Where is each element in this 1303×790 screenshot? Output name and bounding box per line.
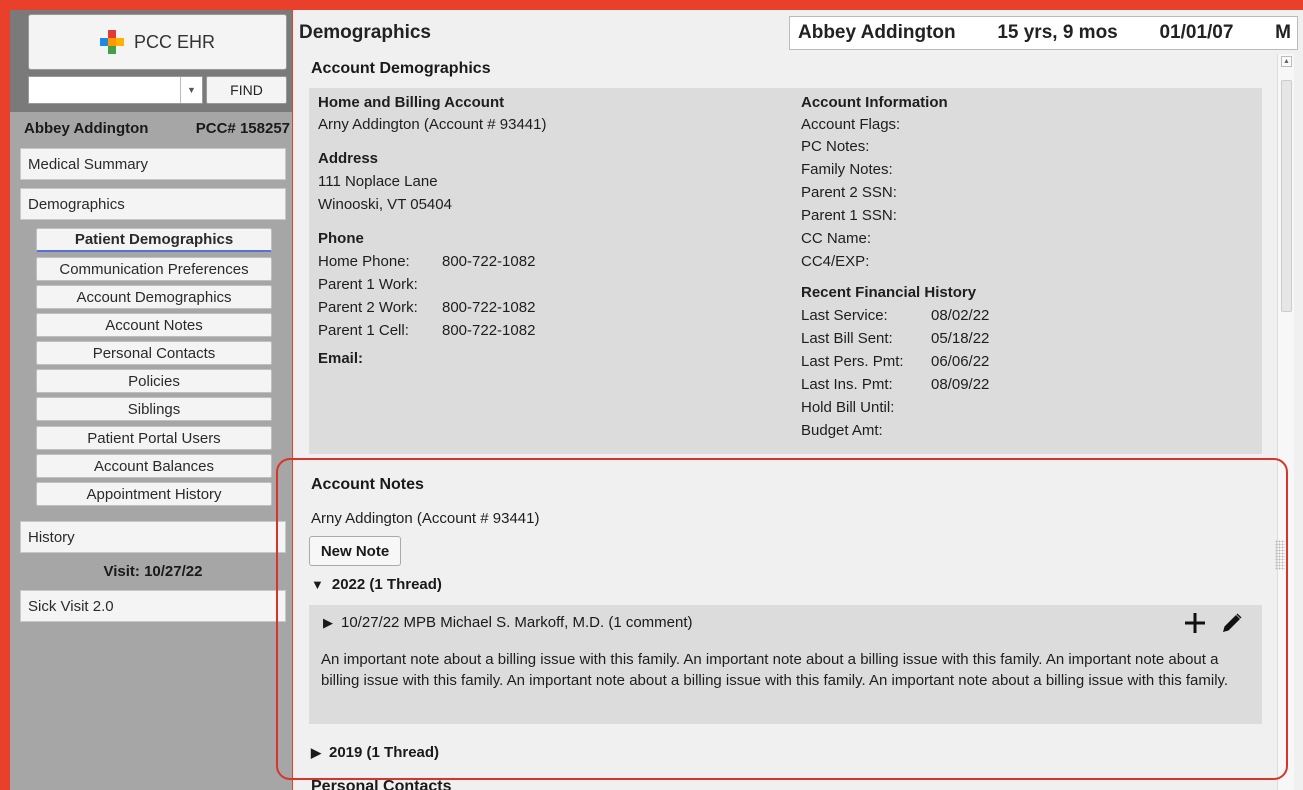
scroll-up-icon[interactable]: ▲ bbox=[1281, 56, 1292, 67]
account-demographics-panel: Home and Billing Account Arny Addington … bbox=[309, 88, 1262, 454]
subitem-patient-demographics[interactable]: Patient Demographics bbox=[36, 228, 272, 252]
new-note-button[interactable]: New Note bbox=[309, 536, 401, 566]
note-header-toggle[interactable]: ▶ 10/27/22 MPB Michael S. Markoff, M.D. … bbox=[323, 614, 693, 631]
subitem-communication-preferences[interactable]: Communication Preferences bbox=[36, 257, 272, 281]
thread-2019-toggle[interactable]: ▶ 2019 (1 Thread) bbox=[311, 744, 439, 761]
sidebar-patient-name: Abbey Addington bbox=[24, 120, 149, 137]
financial-label: Budget Amt: bbox=[801, 422, 883, 439]
sidebar-item-medical-summary[interactable]: Medical Summary bbox=[20, 148, 286, 180]
account-info-item: CC Name: bbox=[801, 230, 872, 247]
phone-value: 800-722-1082 bbox=[442, 299, 536, 316]
financial-label: Last Ins. Pmt: bbox=[801, 376, 893, 393]
subitem-account-demographics[interactable]: Account Demographics bbox=[36, 285, 272, 309]
banner-age: 15 yrs, 9 mos bbox=[997, 22, 1118, 43]
triangle-right-icon: ▶ bbox=[323, 614, 333, 630]
demographics-scroll-area[interactable]: Account Demographics Home and Billing Ac… bbox=[293, 54, 1278, 790]
financial-value: 05/18/22 bbox=[931, 330, 990, 347]
subitem-account-balances[interactable]: Account Balances bbox=[36, 454, 272, 478]
triangle-down-icon: ▼ bbox=[311, 577, 324, 592]
financial-label: Last Pers. Pmt: bbox=[801, 353, 904, 370]
phone-value: 800-722-1082 bbox=[442, 322, 536, 339]
phone-label: Home Phone: bbox=[318, 253, 410, 270]
account-info-item: Parent 1 SSN: bbox=[801, 207, 897, 224]
financial-label: Last Bill Sent: bbox=[801, 330, 893, 347]
phone-label: Parent 1 Cell: bbox=[318, 322, 409, 339]
address-line2: Winooski, VT 05404 bbox=[318, 196, 452, 213]
thread-2019-label: 2019 (1 Thread) bbox=[329, 744, 440, 761]
banner-patient-name: Abbey Addington bbox=[798, 22, 956, 43]
page-title: Demographics bbox=[299, 22, 431, 43]
find-button[interactable]: FIND bbox=[206, 76, 287, 104]
account-info-item: Account Flags: bbox=[801, 116, 901, 133]
personal-contacts-title: Personal Contacts bbox=[311, 778, 452, 790]
phone-value: 800-722-1082 bbox=[442, 253, 536, 270]
note-header-label: 10/27/22 MPB Michael S. Markoff, M.D. (1… bbox=[341, 614, 693, 631]
edit-pencil-icon[interactable] bbox=[1220, 611, 1244, 635]
main-content: Demographics Abbey Addington 15 yrs, 9 m… bbox=[293, 10, 1303, 790]
sidebar: PCC EHR ▼ FIND Abbey Addington PCC# 1582… bbox=[10, 10, 292, 790]
sidebar-item-history[interactable]: History bbox=[20, 521, 286, 553]
financial-value: 08/09/22 bbox=[931, 376, 990, 393]
sidebar-item-sick-visit[interactable]: Sick Visit 2.0 bbox=[20, 590, 286, 622]
phone-title: Phone bbox=[318, 230, 364, 247]
thread-2022-label: 2022 (1 Thread) bbox=[331, 576, 442, 593]
subitem-account-notes[interactable]: Account Notes bbox=[36, 313, 272, 337]
scrollbar-thumb[interactable] bbox=[1281, 80, 1292, 312]
financial-title: Recent Financial History bbox=[801, 284, 977, 301]
subitem-appointment-history[interactable]: Appointment History bbox=[36, 482, 272, 506]
add-comment-icon[interactable] bbox=[1183, 611, 1207, 635]
account-info-item: PC Notes: bbox=[801, 138, 870, 155]
subitem-policies[interactable]: Policies bbox=[36, 369, 272, 393]
brand-label: PCC EHR bbox=[133, 31, 215, 52]
chevron-down-icon[interactable]: ▼ bbox=[180, 77, 202, 103]
banner-dob: 01/01/07 bbox=[1159, 22, 1234, 43]
financial-value: 06/06/22 bbox=[931, 353, 990, 370]
patient-search-input[interactable]: ▼ bbox=[28, 76, 203, 104]
home-billing-value: Arny Addington (Account # 93441) bbox=[318, 116, 547, 133]
pcc-ehr-home-button[interactable]: PCC EHR bbox=[28, 14, 287, 70]
account-info-title: Account Information bbox=[801, 94, 948, 111]
patient-banner: Abbey Addington 15 yrs, 9 mos 01/01/07 M bbox=[789, 16, 1298, 50]
phone-label: Parent 1 Work: bbox=[318, 276, 418, 293]
financial-label: Hold Bill Until: bbox=[801, 399, 895, 416]
address-line1: 111 Noplace Lane bbox=[318, 173, 438, 190]
triangle-right-icon: ▶ bbox=[311, 744, 321, 760]
banner-sex: M bbox=[1275, 22, 1291, 43]
visit-label: Visit: 10/27/22 bbox=[103, 563, 203, 580]
vertical-scrollbar[interactable]: ▲ bbox=[1277, 54, 1294, 790]
phone-label: Parent 2 Work: bbox=[318, 299, 418, 316]
sidebar-patient-header: Abbey Addington PCC# 158257 bbox=[24, 120, 290, 142]
subitem-personal-contacts[interactable]: Personal Contacts bbox=[36, 341, 272, 365]
address-title: Address bbox=[318, 150, 379, 167]
resize-grip-icon[interactable] bbox=[1275, 540, 1285, 570]
account-info-item: CC4/EXP: bbox=[801, 253, 870, 270]
account-notes-title: Account Notes bbox=[311, 476, 424, 493]
note-body: An important note about a billing issue … bbox=[321, 651, 1229, 689]
note-card: ▶ 10/27/22 MPB Michael S. Markoff, M.D. … bbox=[309, 605, 1262, 724]
brand-area: PCC EHR ▼ FIND bbox=[10, 10, 292, 112]
account-info-item: Parent 2 SSN: bbox=[801, 184, 897, 201]
subitem-siblings[interactable]: Siblings bbox=[36, 397, 272, 421]
account-demographics-title: Account Demographics bbox=[311, 60, 491, 77]
financial-value: 08/02/22 bbox=[931, 307, 990, 324]
sidebar-item-demographics[interactable]: Demographics bbox=[20, 188, 286, 220]
thread-2022-toggle[interactable]: ▼ 2022 (1 Thread) bbox=[311, 576, 442, 593]
financial-label: Last Service: bbox=[801, 307, 888, 324]
sidebar-pcc-number: PCC# 158257 bbox=[195, 120, 290, 137]
account-info-item: Family Notes: bbox=[801, 161, 893, 178]
pcc-logo-icon bbox=[99, 30, 124, 54]
email-title: Email: bbox=[318, 350, 364, 367]
home-billing-title: Home and Billing Account bbox=[318, 94, 505, 111]
account-notes-account: Arny Addington (Account # 93441) bbox=[311, 510, 540, 527]
subitem-patient-portal-users[interactable]: Patient Portal Users bbox=[36, 426, 272, 450]
